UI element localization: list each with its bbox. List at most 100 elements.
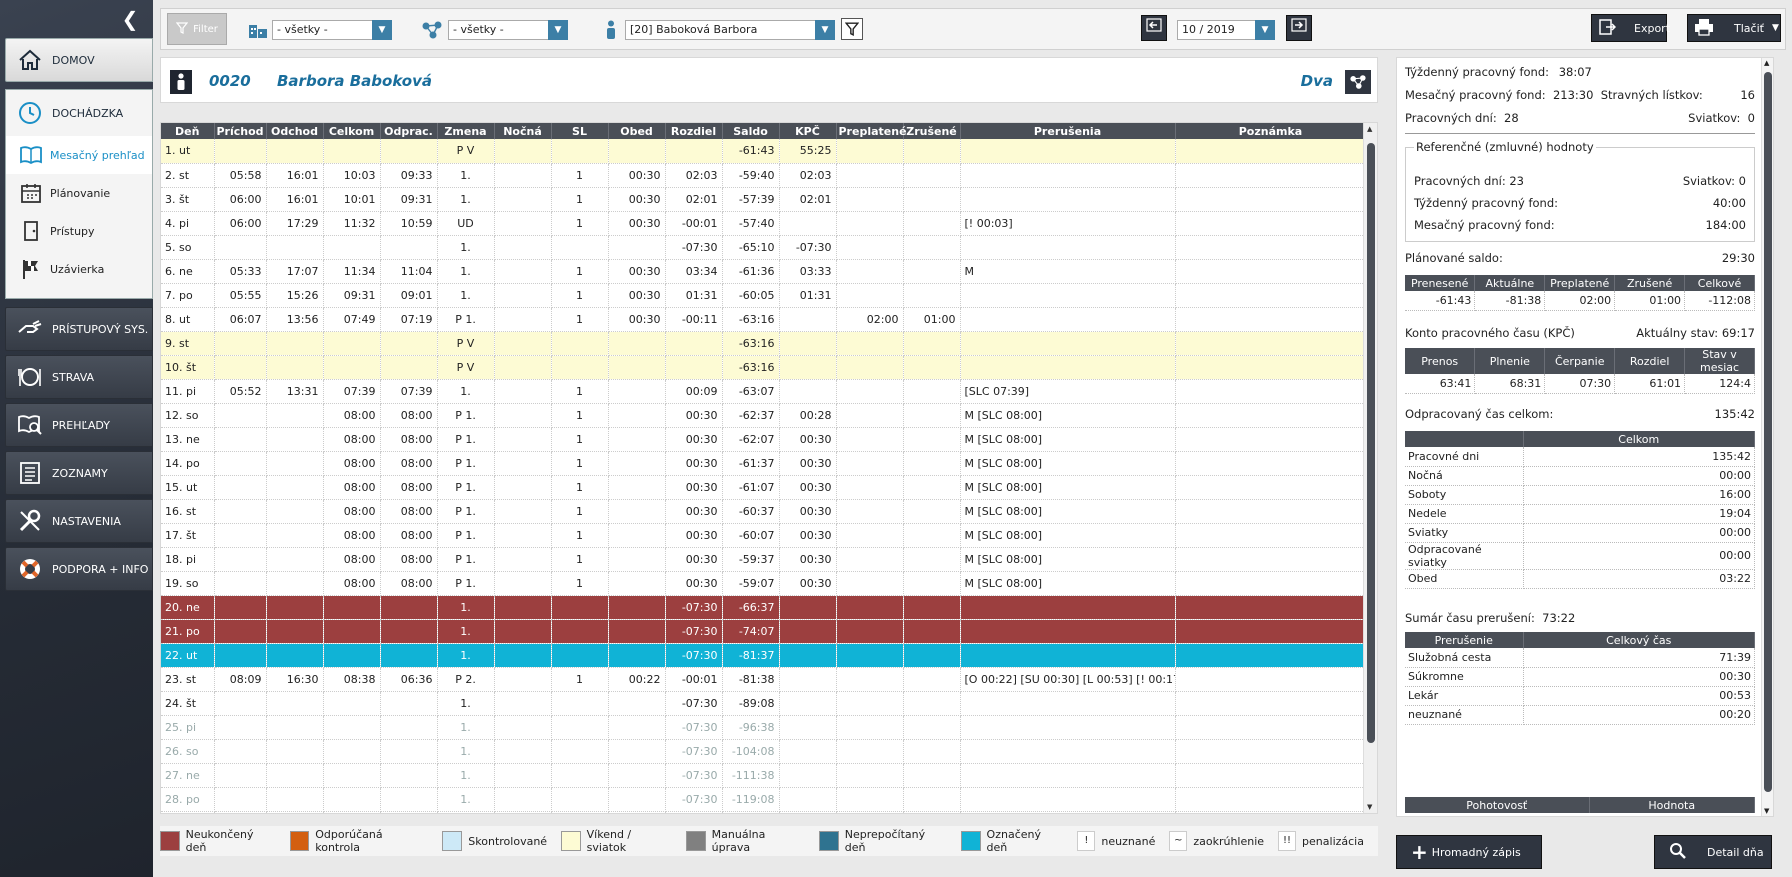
table-row[interactable]: 4. pi 06:00 17:29 11:32 10:59 UD 1 00:30 -00:01-… bbox=[161, 211, 1367, 236]
table-row[interactable]: 23. st 08:09 16:30 08:38 06:36 P 2. 1 00:22 -00:… bbox=[161, 667, 1367, 692]
summary-scrollbar[interactable]: ▲ ▼ bbox=[1761, 58, 1773, 816]
table-row[interactable]: 28. po 1. -07:30 -119:08 bbox=[161, 787, 1367, 812]
table-cell bbox=[608, 427, 666, 452]
table-cell bbox=[903, 667, 961, 692]
table-row[interactable]: 10. št P V -63:16 bbox=[161, 355, 1367, 380]
department-select[interactable]: - všetky - ▼ bbox=[272, 20, 392, 40]
column-header[interactable]: Deň bbox=[161, 123, 215, 139]
nav-podpora[interactable]: PODPORA + INFO bbox=[5, 547, 153, 591]
team-select[interactable]: - všetky - ▼ bbox=[448, 20, 568, 40]
bulk-entry-button[interactable]: + Hromadný zápis bbox=[1396, 835, 1542, 869]
column-header[interactable]: KPČ bbox=[779, 123, 837, 139]
table-cell bbox=[323, 355, 381, 380]
table-row[interactable]: 26. so 1. -07:30 -104:08 bbox=[161, 739, 1367, 764]
column-header[interactable]: Príchod bbox=[214, 123, 267, 139]
column-header[interactable]: Preplatené bbox=[836, 123, 907, 139]
column-header[interactable]: Zmena bbox=[437, 123, 495, 139]
table-row[interactable]: 5. so 1. -07:30 -65:10 -07:30 bbox=[161, 235, 1367, 260]
table-cell: -59:07 bbox=[722, 571, 780, 596]
sub-planovanie[interactable]: Plánovanie bbox=[6, 174, 152, 212]
sub-pristupy[interactable]: Prístupy bbox=[6, 212, 152, 250]
table-row[interactable]: 15. ut 08:00 08:00 P 1. 1 00:30 -61:07 00:30 M [… bbox=[161, 475, 1367, 500]
main-area: 0020 Barbora Baboková Dva Deň Príchod Odch… bbox=[160, 57, 1382, 877]
filter-button[interactable]: Filter bbox=[167, 13, 227, 45]
table-row[interactable]: 29. ut 1. -07:30-126:38 bbox=[161, 811, 1367, 813]
table-row[interactable]: 2. st 05:58 16:01 10:03 09:33 1. 1 00:30 02:03 -5… bbox=[161, 163, 1367, 188]
table-cell: 27. ne bbox=[161, 763, 215, 788]
prev-month-button[interactable] bbox=[1141, 15, 1167, 41]
table-row[interactable]: 7. po 05:55 15:26 09:31 09:01 1. 1 00:30 01:31 -6… bbox=[161, 283, 1367, 308]
grid-scroll-thumb[interactable] bbox=[1367, 143, 1375, 743]
table-cell: 17:29 bbox=[266, 211, 324, 236]
table-cell: 3. št bbox=[161, 187, 215, 212]
worked-body: Pracovné dni 135:42 Nočná 00:00 Soboty 16:00 N… bbox=[1405, 447, 1755, 589]
period-select[interactable]: 10 / 2019 ▼ bbox=[1177, 20, 1275, 40]
table-row[interactable]: 13. ne 08:00 08:00 P 1. 1 00:30 -62:07 00:30 M [… bbox=[161, 427, 1367, 452]
person-select[interactable]: [20] Baboková Barbora ▼ bbox=[625, 20, 835, 40]
table-row[interactable]: 9. st P V -63:16 bbox=[161, 331, 1367, 356]
summary-scroll-thumb[interactable] bbox=[1764, 72, 1772, 792]
nav-dochadzka[interactable]: DOCHÁDZKA bbox=[6, 90, 152, 136]
scroll-up-icon[interactable]: ▲ bbox=[1764, 59, 1769, 67]
sub-uzavierka[interactable]: Uzávierka bbox=[6, 250, 152, 288]
next-month-button[interactable] bbox=[1286, 15, 1312, 41]
nav-strava[interactable]: STRAVA bbox=[5, 355, 153, 399]
table-cell bbox=[779, 619, 837, 644]
table-row[interactable]: 19. so 08:00 08:00 P 1. 1 00:30 -59:07 00:30 M [… bbox=[161, 571, 1367, 596]
scroll-up-icon[interactable]: ▲ bbox=[1367, 125, 1372, 133]
column-header[interactable]: Nočná bbox=[494, 123, 552, 139]
column-header[interactable]: Zrušené bbox=[903, 123, 961, 139]
print-button[interactable]: Tlačiť ▼ bbox=[1687, 14, 1781, 42]
nav-zoznamy[interactable]: ZOZNAMY bbox=[5, 451, 153, 495]
column-header[interactable]: Poznámka bbox=[1175, 123, 1367, 139]
table-row[interactable]: 27. ne 1. -07:30 -111:38 bbox=[161, 763, 1367, 788]
table-cell bbox=[494, 139, 552, 164]
table-row[interactable]: 11. pi 05:52 13:31 07:39 07:39 1. 1 00:09 -63:07… bbox=[161, 379, 1367, 404]
table-cell bbox=[323, 715, 381, 740]
table-row[interactable]: 6. ne 05:33 17:07 11:34 11:04 1. 1 00:30 03:34 -6… bbox=[161, 259, 1367, 284]
column-header[interactable]: Obed bbox=[608, 123, 666, 139]
nav-nastavenia[interactable]: NASTAVENIA bbox=[5, 499, 153, 543]
collapse-sidebar-icon[interactable]: ❮ bbox=[119, 8, 141, 30]
table-cell bbox=[608, 379, 666, 404]
team-icon[interactable] bbox=[1345, 70, 1371, 94]
table-row[interactable]: 25. pi 1. -07:30 -96:38 bbox=[161, 715, 1367, 740]
export-button[interactable]: Export bbox=[1591, 14, 1670, 42]
nav-pristupovy-sys[interactable]: PRÍSTUPOVÝ SYS. bbox=[5, 307, 153, 351]
sub-mesacny-prehlad[interactable]: Mesačný prehľad bbox=[6, 136, 152, 174]
chevron-down-icon[interactable]: ▼ bbox=[372, 20, 392, 40]
table-row: Služobná cesta 71:39 bbox=[1405, 648, 1755, 668]
grid-scrollbar[interactable]: ▲ ▼ bbox=[1363, 123, 1377, 813]
attendance-grid: Deň Príchod Odchod Celkom Odprac. Zmena Nočná S… bbox=[160, 122, 1378, 814]
person-filter-icon[interactable] bbox=[841, 18, 863, 40]
column-header[interactable]: Rozdiel bbox=[665, 123, 723, 139]
table-row[interactable]: 18. pi 08:00 08:00 P 1. 1 00:30 -59:37 00:30 M [… bbox=[161, 547, 1367, 572]
scroll-down-icon[interactable]: ▼ bbox=[1764, 807, 1769, 815]
table-row[interactable]: 14. po 08:00 08:00 P 1. 1 00:30 -61:37 00:30 M [… bbox=[161, 451, 1367, 476]
table-row[interactable]: 8. ut 06:07 13:56 07:49 07:19 P 1. 1 00:30 -00:1… bbox=[161, 307, 1367, 332]
table-row[interactable]: 17. št 08:00 08:00 P 1. 1 00:30 -60:07 00:30 M [… bbox=[161, 523, 1367, 548]
table-row[interactable]: 21. po 1. -07:30 -74:07 bbox=[161, 619, 1367, 644]
nav-prehlady[interactable]: PREHĽADY bbox=[5, 403, 153, 447]
table-row[interactable]: 12. so 08:00 08:00 P 1. 1 00:30 -62:37 00:28 M [… bbox=[161, 403, 1367, 428]
table-cell: 00:30 bbox=[779, 475, 837, 500]
day-detail-button[interactable]: Detail dňa bbox=[1654, 835, 1772, 869]
table-row[interactable]: 16. st 08:00 08:00 P 1. 1 00:30 -60:37 00:30 M [… bbox=[161, 499, 1367, 524]
nav-domov[interactable]: DOMOV bbox=[5, 38, 153, 82]
table-row[interactable]: 24. št 1. -07:30 -89:08 bbox=[161, 691, 1367, 716]
table-row[interactable]: 22. ut 1. -07:30 -81:37 bbox=[161, 643, 1367, 668]
chevron-down-icon[interactable]: ▼ bbox=[548, 20, 568, 40]
column-header[interactable]: Odchod bbox=[266, 123, 324, 139]
table-row[interactable]: 1. ut P V -61:43 55:25 bbox=[161, 139, 1367, 164]
period-value: 10 / 2019 bbox=[1182, 23, 1235, 36]
chevron-down-icon[interactable]: ▼ bbox=[815, 20, 835, 40]
column-header[interactable]: Celkom bbox=[323, 123, 381, 139]
table-row[interactable]: 20. ne 1. -07:30 -66:37 bbox=[161, 595, 1367, 620]
scroll-down-icon[interactable]: ▼ bbox=[1367, 803, 1372, 811]
column-header[interactable]: Odprac. bbox=[380, 123, 438, 139]
chevron-down-icon[interactable]: ▼ bbox=[1255, 20, 1275, 40]
table-row[interactable]: 3. št 06:00 16:01 10:01 09:31 1. 1 00:30 02:01 -5… bbox=[161, 187, 1367, 212]
column-header[interactable]: Prerušenia bbox=[960, 123, 1176, 139]
column-header[interactable]: Saldo bbox=[722, 123, 780, 139]
column-header[interactable]: SL bbox=[551, 123, 609, 139]
